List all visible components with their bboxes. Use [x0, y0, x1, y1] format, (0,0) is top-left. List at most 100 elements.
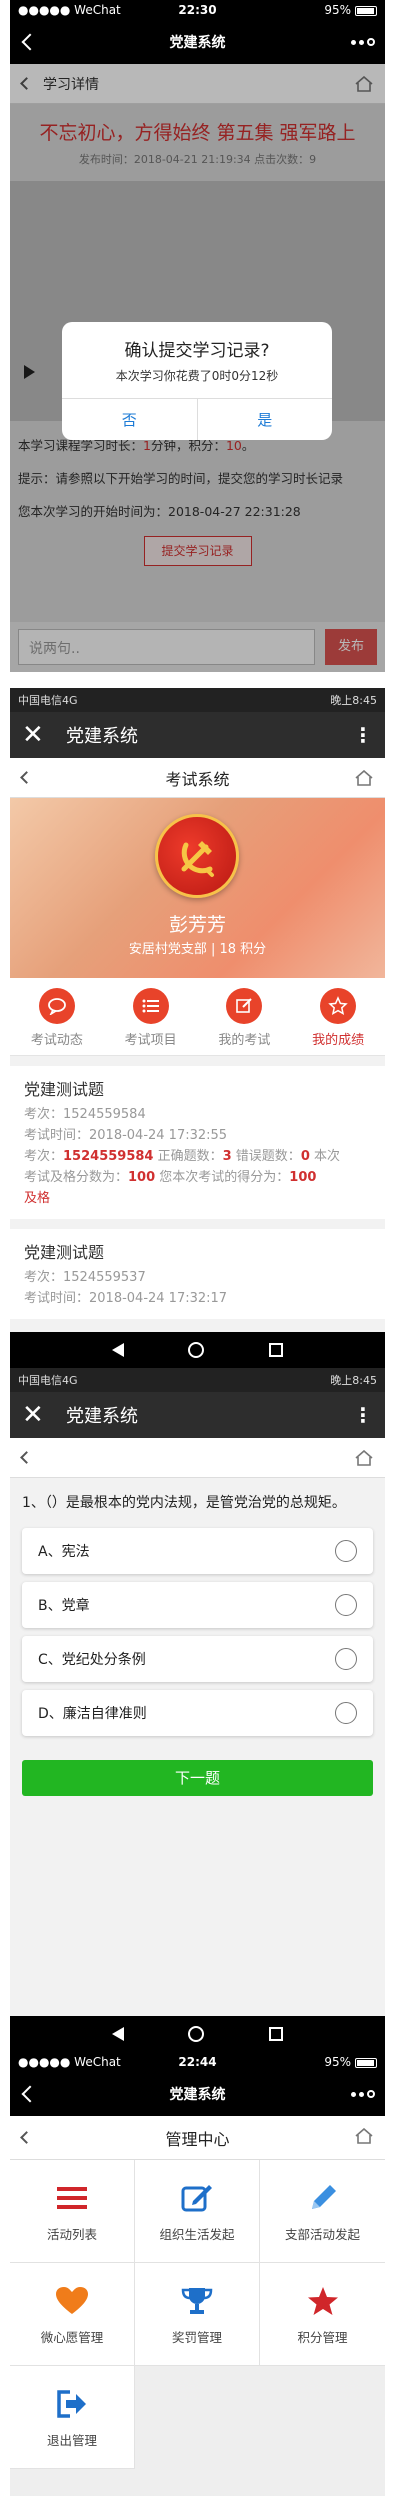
grid-item-label: 支部活动发起 [284, 2226, 360, 2242]
home-icon[interactable] [355, 76, 373, 92]
radio-icon[interactable] [335, 1648, 357, 1670]
record-exam-no: 考次：1524559537 [24, 1270, 146, 1285]
nav-back-icon[interactable] [112, 1343, 125, 1357]
submit-record-button[interactable]: 提交学习记录 [143, 536, 252, 566]
nav-recents-icon[interactable] [268, 2027, 283, 2041]
clock-text: 22:44 [178, 2055, 217, 2069]
score-value: 100 [289, 1170, 317, 1185]
result-suffix: 本次 [309, 1149, 340, 1164]
option-d[interactable]: D、廉洁自律准则 [22, 1690, 373, 1736]
nav-title: 党建系统 [169, 35, 226, 51]
edit-square-icon [181, 2180, 213, 2216]
more-vertical-icon[interactable]: ⋮ [353, 1403, 373, 1427]
grid-item-points[interactable]: 积分管理 [260, 2263, 385, 2366]
option-c[interactable]: C、党纪处分条例 [22, 1636, 373, 1682]
more-icon[interactable] [351, 2090, 375, 2098]
sub-nav-title: 管理中心 [165, 2129, 230, 2149]
radio-icon[interactable] [335, 1702, 357, 1724]
nav-back-icon[interactable] [112, 2027, 125, 2041]
android-nav-bar [10, 2016, 385, 2052]
sub-back-icon[interactable] [20, 77, 33, 90]
android-nav-bar [10, 1332, 385, 1368]
correct-value: 3 [222, 1149, 232, 1164]
grid-item-label: 组织生活发起 [159, 2226, 235, 2242]
home-icon[interactable] [355, 2128, 373, 2144]
score-label: 您本次考试的得分为： [155, 1170, 290, 1185]
tab-exam-news[interactable]: 考试动态 [10, 978, 104, 1055]
grid-item-logout[interactable]: 退出管理 [10, 2366, 135, 2469]
publish-button[interactable]: 发布 [325, 629, 377, 665]
grid-empty-cell [260, 2366, 385, 2469]
record-exam-time: 考试时间：2018-04-24 17:32:17 [24, 1291, 228, 1306]
tip-line: 提示：请参照以下开始学习的时间，提交您的学习时长记录 [18, 471, 344, 486]
close-icon[interactable]: ✕ [22, 720, 52, 750]
more-vertical-icon[interactable]: ⋮ [353, 723, 373, 747]
carrier-text: 中国电信4G [18, 694, 78, 707]
option-label: B、党章 [38, 1598, 90, 1614]
tab-label: 考试动态 [30, 1033, 83, 1048]
home-icon[interactable] [355, 770, 373, 786]
duration-mid: 分钟，积分： [150, 438, 226, 453]
nav-recents-icon[interactable] [268, 1343, 283, 1357]
grid-item-wish[interactable]: 微心愿管理 [10, 2263, 135, 2366]
exam-system-screen: 中国电信4G 晚上8:45 ✕ 党建系统 ⋮ 考试系统 彭芳芳 安居村党支部 |… [10, 688, 385, 1368]
option-label: A、宪法 [38, 1544, 90, 1560]
option-label: D、廉洁自律准则 [38, 1706, 147, 1722]
sub-nav-bar [10, 1438, 385, 1478]
management-grid: 活动列表 组织生活发起 支部活动发起 微心愿管理 奖罚管理 积分管理 退出管理 [10, 2160, 385, 2469]
home-icon[interactable] [355, 1450, 373, 1466]
sub-nav-bar: 管理中心 [10, 2116, 385, 2160]
android-status-bar: 中国电信4G 晚上8:45 [10, 688, 385, 712]
battery-icon [355, 2057, 377, 2068]
grid-item-branch-activity[interactable]: 支部活动发起 [260, 2160, 385, 2263]
exam-record-card[interactable]: 党建测试题 考次：1524559584 考试时间：2018-04-24 17:3… [10, 1066, 385, 1219]
grid-item-label: 积分管理 [297, 2329, 348, 2345]
sub-back-icon[interactable] [20, 1451, 33, 1464]
confirm-dialog: 确认提交学习记录? 本次学习你花费了0时0分12秒 否 是 [62, 322, 332, 440]
app-title: 党建系统 [66, 1406, 138, 1427]
pencil-icon [308, 2180, 338, 2216]
dialog-title: 确认提交学习记录? [124, 341, 270, 361]
record-score-line: 考试及格分数为：100 您本次考试的得分为：100 [24, 1167, 371, 1188]
grid-empty-cell [135, 2366, 260, 2469]
back-icon[interactable] [21, 33, 39, 51]
tab-label: 我的考试 [218, 1033, 271, 1048]
record-title: 党建测试题 [24, 1243, 105, 1262]
exam-record-card[interactable]: 党建测试题 考次：1524559537 考试时间：2018-04-24 17:3… [10, 1229, 385, 1319]
dialog-cancel-button[interactable]: 否 [62, 399, 198, 440]
grid-item-activity-list[interactable]: 活动列表 [10, 2160, 135, 2263]
dialog-message: 本次学习你花费了0时0分12秒 [115, 369, 279, 383]
tab-exam-projects[interactable]: 考试项目 [104, 978, 198, 1055]
grid-item-rewards[interactable]: 奖罚管理 [135, 2263, 260, 2366]
tab-label: 我的成绩 [312, 1033, 365, 1048]
more-icon[interactable] [351, 38, 375, 46]
list-icon [132, 988, 169, 1024]
menu-list-icon [57, 2180, 87, 2216]
tab-my-exams[interactable]: 我的考试 [198, 978, 292, 1055]
tab-my-scores[interactable]: 我的成绩 [291, 978, 385, 1055]
option-b[interactable]: B、党章 [22, 1582, 373, 1628]
battery-icon [355, 5, 377, 16]
play-icon[interactable] [24, 365, 35, 379]
nav-home-icon[interactable] [188, 1342, 205, 1358]
option-a[interactable]: A、宪法 [22, 1528, 373, 1574]
next-question-button[interactable]: 下一题 [22, 1760, 373, 1796]
exam-no-prefix: 考次： [24, 1149, 64, 1164]
radio-icon[interactable] [335, 1594, 357, 1616]
app-title-bar: ✕ 党建系统 ⋮ [10, 712, 385, 758]
option-label: C、党纪处分条例 [38, 1652, 146, 1668]
grid-item-org-life[interactable]: 组织生活发起 [135, 2160, 260, 2263]
back-icon[interactable] [21, 2085, 39, 2103]
close-icon[interactable]: ✕ [22, 1400, 52, 1430]
comment-input[interactable]: 说两句.. [18, 629, 315, 665]
sub-back-icon[interactable] [20, 2131, 33, 2144]
dialog-confirm-button[interactable]: 是 [198, 399, 333, 440]
comment-bar: 说两句.. 发布 [10, 622, 385, 672]
duration-prefix: 本学习课程学习时长： [18, 438, 144, 453]
nav-home-icon[interactable] [188, 2026, 205, 2042]
radio-icon[interactable] [335, 1540, 357, 1562]
sub-back-icon[interactable] [20, 771, 33, 784]
duration-value: 1 [143, 438, 151, 453]
trophy-icon [181, 2283, 213, 2319]
heart-icon [56, 2283, 88, 2319]
